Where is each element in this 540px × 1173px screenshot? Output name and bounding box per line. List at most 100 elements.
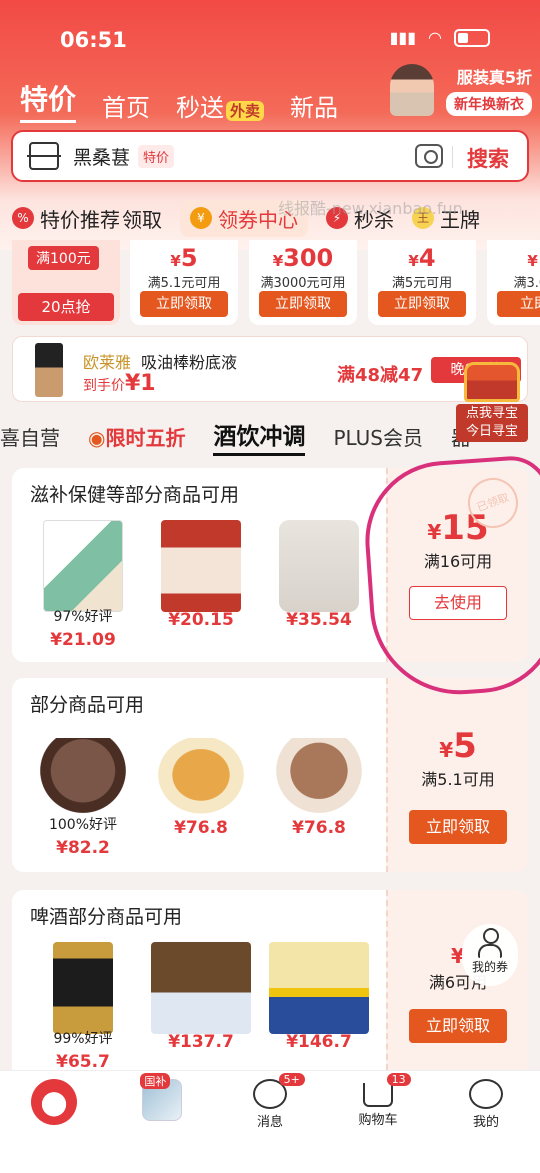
claim-button[interactable]: 立即领取 xyxy=(378,291,466,317)
section-title: 部分商品可用 xyxy=(30,694,145,716)
search-tag: 特价 xyxy=(138,144,175,168)
product-card[interactable]: ¥146.7 xyxy=(264,942,374,1052)
treasure-chest-icon xyxy=(464,362,520,402)
product-price: ¥146.7 xyxy=(286,1032,352,1052)
my-coupon-button[interactable]: 我的券 xyxy=(462,924,518,986)
product-card[interactable]: ¥20.15 xyxy=(146,520,256,630)
ad-banner[interactable]: 欧莱雅 吸油棒粉底液 到手价¥1 满48减47 晚8点抢 xyxy=(12,336,528,402)
coupon-card[interactable]: 满100元 20点抢 xyxy=(12,240,120,325)
tab-new[interactable]: 新品 xyxy=(290,88,338,123)
cat-tejia[interactable]: % 特价推荐 xyxy=(12,204,120,233)
coupon-card[interactable]: ¥4 满5元可用 立即领取 xyxy=(368,240,476,325)
camera-icon[interactable] xyxy=(415,144,443,168)
product-image xyxy=(279,520,359,612)
nav-label: 我的 xyxy=(472,1115,499,1130)
product-image xyxy=(53,942,113,1034)
product-rating: 99%好评 xyxy=(53,1031,113,1047)
nav-guobu[interactable]: 国补 xyxy=(108,1071,216,1173)
coupon-condition: 满5.1元可用 xyxy=(147,276,221,291)
battery-icon xyxy=(454,28,490,47)
ad-deal: 满48减47 xyxy=(337,365,424,386)
grab-button[interactable]: 20点抢 xyxy=(18,293,114,321)
product-image xyxy=(161,520,241,612)
product-card[interactable]: ¥35.54 xyxy=(264,520,374,630)
product-rating: 97%好评 xyxy=(53,609,113,625)
status-time: 06:51 xyxy=(60,28,127,52)
my-coupon-label: 我的券 xyxy=(471,960,508,974)
cart-badge: 13 xyxy=(386,1073,411,1086)
product-price: ¥65.7 xyxy=(56,1052,110,1072)
tab-xianshi[interactable]: ◉限时五折 xyxy=(88,422,185,451)
cat-lingqu[interactable]: 领取 xyxy=(122,204,162,233)
promo-line1: 服装真5折 xyxy=(456,68,532,87)
section-coupon[interactable]: ¥5 满5.1可用 立即领取 xyxy=(386,678,528,872)
search-button[interactable]: 搜索 xyxy=(467,143,509,173)
product-card[interactable]: ¥76.8 xyxy=(264,730,374,838)
section-title: 滋补保健等部分商品可用 xyxy=(30,484,240,506)
product-card[interactable]: 100%好评 ¥82.2 xyxy=(28,730,138,858)
claim-button[interactable]: 立即领 xyxy=(497,291,540,317)
product-price: ¥137.7 xyxy=(168,1032,234,1052)
claim-button[interactable]: 立即领取 xyxy=(140,291,228,317)
claim-button[interactable]: 立即领取 xyxy=(409,1009,507,1043)
tab-plus[interactable]: PLUS会员 xyxy=(333,422,423,451)
divider xyxy=(452,146,453,168)
percent-icon: % xyxy=(12,207,34,229)
coupon-card[interactable]: ¥5 满5.1元可用 立即领取 xyxy=(130,240,238,325)
tab-miaosong[interactable]: 秒送 外卖 xyxy=(176,88,265,123)
nav-messages[interactable]: 5+ 消息 xyxy=(216,1071,324,1173)
tab-tejia[interactable]: 特价 xyxy=(20,78,77,123)
claim-button[interactable]: 立即领取 xyxy=(259,291,347,317)
product-card[interactable]: 97%好评 ¥21.09 xyxy=(28,520,138,650)
status-icons: ▮▮▮ ◠ xyxy=(390,28,490,47)
product-price: ¥82.2 xyxy=(56,838,110,858)
product-rating: 100%好评 xyxy=(48,817,118,833)
coupon-condition: 满3000元可用 xyxy=(260,276,346,291)
coupon-card[interactable]: ¥300 满3000元可用 立即领取 xyxy=(249,240,357,325)
treasure-widget[interactable]: 点我寻宝 今日寻宝 xyxy=(456,362,528,444)
coupon-amount: ¥300 xyxy=(272,244,334,272)
highlight-annotation xyxy=(360,453,540,701)
coupon-section: 部分商品可用 100%好评 ¥82.2 ¥76.8 ¥76.8 ¥5 满5.1可… xyxy=(12,678,528,872)
coupon-amount-value: 5 xyxy=(453,726,477,766)
section-title: 啤酒部分商品可用 xyxy=(30,906,183,928)
coupon-condition: 满5.1可用 xyxy=(421,770,495,789)
product-card[interactable]: ¥137.7 xyxy=(146,942,256,1052)
claim-button[interactable]: 立即领取 xyxy=(409,810,507,844)
tab-ziying[interactable]: 喜自营 xyxy=(0,422,60,451)
treasure-line1: 点我寻宝 xyxy=(465,406,518,421)
fu-bag-icon: ◉ xyxy=(88,425,106,450)
treasure-label: 点我寻宝 今日寻宝 xyxy=(456,404,528,442)
coupon-amount-value: 300 xyxy=(283,244,334,272)
promo-banner[interactable]: 服装真5折 新年换新衣 xyxy=(386,64,532,116)
top-nav: 特价 首页 秒送 外卖 新品 xyxy=(20,78,338,123)
coupon-card[interactable]: ¥1 满3.01元 立即领 xyxy=(487,240,540,325)
tab-home[interactable]: 首页 xyxy=(102,88,150,123)
promo-line2: 新年换新衣 xyxy=(446,92,532,116)
ad-price-prefix: 到手价 xyxy=(83,378,125,394)
ad-price-value: ¥1 xyxy=(125,371,156,396)
product-image xyxy=(269,738,369,820)
product-price: ¥20.15 xyxy=(168,610,234,630)
waimai-tag: 外卖 xyxy=(226,101,265,121)
product-image xyxy=(151,738,251,820)
tab-xianshi-label: 限时五折 xyxy=(105,425,186,450)
coupon-amount-value: 5 xyxy=(180,244,198,272)
tab-jiuyin[interactable]: 酒饮冲调 xyxy=(213,417,306,456)
search-bar[interactable]: 黑桑葚 特价 搜索 xyxy=(11,130,529,182)
product-price: ¥21.09 xyxy=(50,630,116,650)
ad-product-name: 吸油棒粉底液 xyxy=(141,353,238,372)
scan-icon[interactable] xyxy=(27,142,61,170)
nav-home[interactable] xyxy=(0,1071,108,1173)
product-card[interactable]: 99%好评 ¥65.7 xyxy=(28,942,138,1072)
cart-icon xyxy=(363,1083,393,1107)
search-input[interactable]: 黑桑葚 xyxy=(73,143,130,170)
user-icon xyxy=(469,1079,503,1109)
nav-me[interactable]: 我的 xyxy=(432,1071,540,1173)
coupon-section: 啤酒部分商品可用 99%好评 ¥65.7 ¥137.7 ¥146.7 ¥ 满6可… xyxy=(12,890,528,1072)
nav-cart[interactable]: 13 购物车 xyxy=(324,1071,432,1173)
coupon-amount: ¥5 xyxy=(439,726,477,766)
product-card[interactable]: ¥76.8 xyxy=(146,730,256,838)
product-price: ¥76.8 xyxy=(174,818,228,838)
nav-label: 购物车 xyxy=(358,1113,398,1128)
